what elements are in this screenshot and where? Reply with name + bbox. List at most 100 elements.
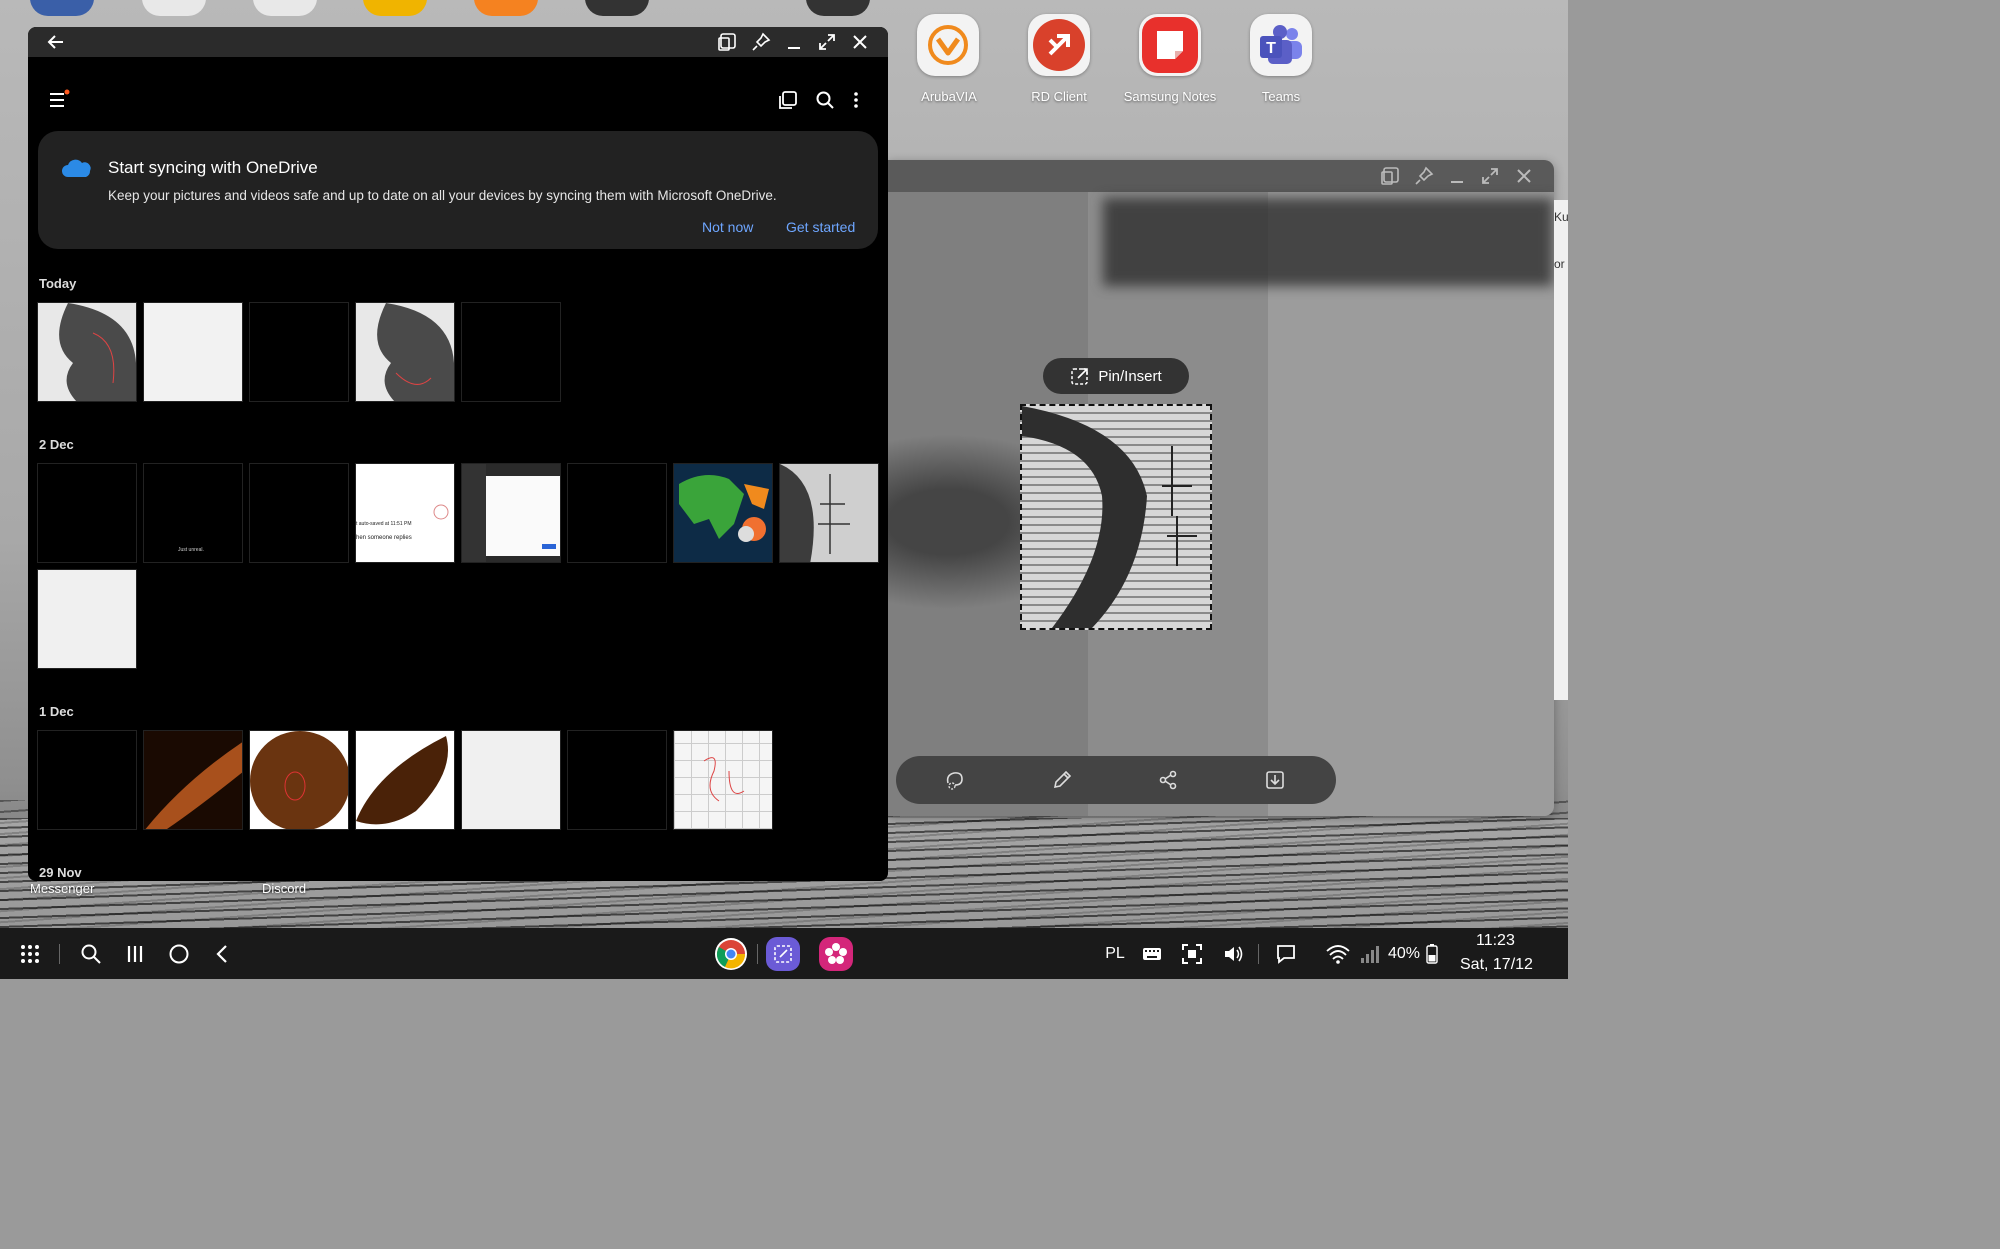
background-window-text: or	[1554, 257, 1565, 271]
photo-thumbnail[interactable]	[355, 730, 455, 830]
photo-thumbnail[interactable]	[461, 302, 561, 402]
blossom-app-icon[interactable]	[819, 937, 853, 971]
menu-icon[interactable]	[48, 89, 70, 114]
clock-time[interactable]: 11:23	[1476, 932, 1515, 950]
minimize-icon[interactable]	[1445, 164, 1469, 188]
photo-thumbnail[interactable]	[37, 302, 137, 402]
onedrive-cloud-icon	[62, 159, 91, 177]
messenger-label: Messenger	[30, 881, 95, 896]
hidden-app-icon	[585, 0, 649, 16]
search-icon[interactable]	[79, 940, 103, 968]
screenshot-editor-window: Pin/Insert	[888, 160, 1554, 816]
hidden-app-icon	[363, 0, 427, 16]
section-header-1-dec: 1 Dec	[39, 704, 74, 719]
maximize-icon[interactable]	[1478, 164, 1502, 188]
photo-thumbnail[interactable]	[461, 463, 561, 563]
hidden-app-icon	[474, 0, 538, 16]
close-icon[interactable]	[1512, 164, 1536, 188]
arubavia-icon	[928, 25, 968, 65]
photo-thumbnail[interactable]	[37, 463, 137, 563]
not-now-button[interactable]: Not now	[702, 219, 753, 235]
clock-date[interactable]: Sat, 17/12	[1460, 956, 1533, 974]
screenshot-icon[interactable]	[1180, 940, 1204, 968]
sync-card-title: Start syncing with OneDrive	[108, 158, 318, 177]
photo-thumbnail[interactable]: t auto-saved at 11:51 PM hen someone rep…	[355, 463, 455, 563]
volume-icon[interactable]	[1221, 940, 1245, 968]
pin-insert-icon	[1071, 368, 1089, 385]
pin-icon[interactable]	[1412, 164, 1436, 188]
more-options-icon[interactable]	[850, 90, 862, 115]
discord-label: Discord	[262, 881, 307, 896]
taskbar-divider	[757, 944, 758, 964]
wifi-icon[interactable]	[1324, 940, 1352, 968]
notifications-icon[interactable]	[1274, 940, 1298, 968]
editor-titlebar[interactable]	[888, 160, 1554, 192]
signal-icon	[1358, 940, 1380, 968]
pin-insert-label: Pin/Insert	[1098, 367, 1162, 385]
svg-text:T: T	[1266, 40, 1276, 57]
minimize-icon[interactable]	[782, 30, 806, 54]
gallery-window-titlebar[interactable]	[28, 27, 888, 57]
teams-label: Teams	[1261, 89, 1301, 104]
photo-thumbnail[interactable]	[249, 302, 349, 402]
editor-canvas: Pin/Insert	[888, 192, 1554, 816]
save-download-icon[interactable]	[1263, 768, 1287, 792]
hidden-app-icon	[142, 0, 206, 16]
popup-view-icon[interactable]	[715, 30, 739, 54]
photo-thumbnail[interactable]	[779, 463, 879, 563]
samsung-notes-app[interactable]	[1139, 14, 1201, 76]
taskbar: PL 40% 11:23 Sat, 17/12	[0, 928, 1568, 979]
background-window-edge: Ku or	[1554, 200, 1569, 700]
photo-thumbnail[interactable]: Just unreal.	[143, 463, 243, 563]
blurred-background	[1103, 198, 1553, 286]
photo-thumbnail[interactable]	[249, 730, 349, 830]
photo-thumbnail[interactable]	[673, 463, 773, 563]
photo-thumbnail[interactable]	[567, 463, 667, 563]
arubavia-app[interactable]	[917, 14, 979, 76]
section-header-today: Today	[39, 276, 77, 291]
rd-client-app[interactable]	[1028, 14, 1090, 76]
teams-icon: T	[1260, 25, 1302, 64]
taskbar-divider	[1258, 944, 1259, 964]
recent-apps-icon[interactable]	[123, 940, 147, 968]
photo-thumbnail[interactable]	[673, 730, 773, 830]
pin-insert-button[interactable]: Pin/Insert	[1043, 358, 1189, 394]
language-indicator[interactable]: PL	[1102, 940, 1128, 968]
photo-thumbnail[interactable]	[461, 730, 561, 830]
smart-select-icon[interactable]	[943, 768, 967, 792]
keyboard-icon[interactable]	[1140, 940, 1164, 968]
onedrive-sync-card: Start syncing with OneDrive Keep your pi…	[38, 131, 878, 249]
screen-capture-app-icon[interactable]	[766, 937, 800, 971]
photo-thumbnail[interactable]	[37, 569, 137, 669]
photo-thumbnail[interactable]	[355, 302, 455, 402]
home-icon[interactable]	[167, 940, 191, 968]
hidden-app-icon	[30, 0, 94, 16]
crop-selection[interactable]	[1020, 404, 1212, 630]
photo-thumbnail[interactable]	[567, 730, 667, 830]
cropped-image	[1022, 406, 1197, 628]
pen-icon[interactable]	[1050, 768, 1074, 792]
photo-thumbnail[interactable]	[249, 463, 349, 563]
thumbnail-caption: hen someone replies	[356, 535, 412, 541]
maximize-icon[interactable]	[815, 30, 839, 54]
get-started-button[interactable]: Get started	[786, 219, 855, 235]
gallery-window: Start syncing with OneDrive Keep your pi…	[28, 27, 888, 881]
back-icon[interactable]	[211, 940, 235, 968]
back-arrow-icon[interactable]	[44, 30, 68, 54]
battery-icon	[1424, 940, 1440, 968]
popup-view-icon[interactable]	[1378, 164, 1402, 188]
teams-app[interactable]: T	[1250, 14, 1312, 76]
photo-thumbnail[interactable]	[37, 730, 137, 830]
gallery-header	[28, 57, 888, 129]
search-icon[interactable]	[815, 90, 835, 115]
close-icon[interactable]	[848, 30, 872, 54]
chrome-icon[interactable]	[714, 938, 748, 970]
share-icon[interactable]	[1156, 768, 1180, 792]
photo-thumbnail[interactable]	[143, 302, 243, 402]
pin-icon[interactable]	[749, 30, 773, 54]
select-icon[interactable]	[778, 90, 798, 115]
photo-thumbnail[interactable]	[143, 730, 243, 830]
background-window-text: Ku	[1554, 210, 1569, 224]
apps-grid-icon[interactable]	[18, 940, 42, 968]
battery-percentage: 40%	[1387, 945, 1421, 962]
